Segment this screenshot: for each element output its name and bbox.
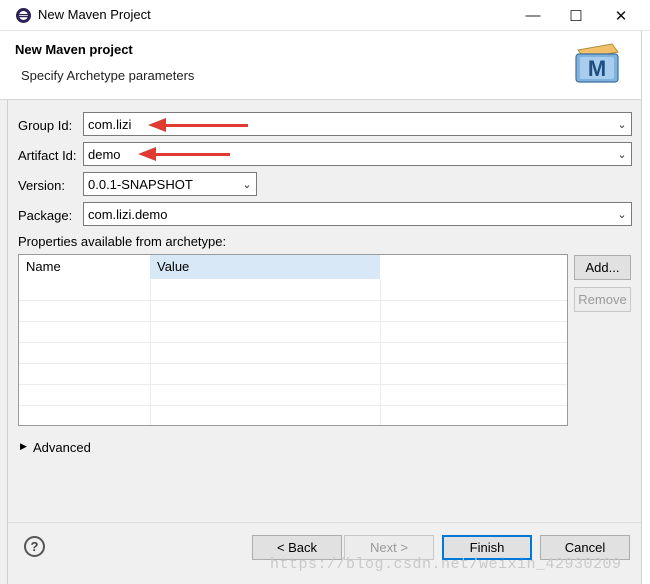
background-panel-strip	[0, 100, 8, 584]
annotation-arrow-line	[164, 124, 248, 127]
properties-table[interactable]: Name Value	[18, 254, 568, 426]
chevron-down-icon[interactable]: ⌄	[238, 178, 256, 191]
group-id-label: Group Id:	[18, 118, 73, 133]
package-combo[interactable]: com.lizi.demo ⌄	[83, 202, 632, 226]
svg-text:M: M	[588, 56, 606, 81]
chevron-down-icon[interactable]: ⌄	[613, 148, 631, 161]
window-title: New Maven Project	[38, 7, 151, 22]
table-row	[19, 300, 567, 301]
page-subtitle: Specify Archetype parameters	[21, 68, 195, 83]
add-property-button[interactable]: Add...	[574, 255, 631, 280]
expand-triangle-icon[interactable]: ▶	[20, 441, 27, 452]
page-title: New Maven project	[15, 42, 133, 57]
column-header-value[interactable]: Value	[150, 255, 380, 279]
eclipse-app-icon	[16, 8, 31, 23]
annotation-arrow-line	[154, 153, 230, 156]
package-value: com.lizi.demo	[88, 206, 168, 222]
watermark: https://blog.csdn.net/weixin_42930209	[270, 556, 622, 573]
background-editor-strip	[641, 31, 650, 584]
help-icon[interactable]: ?	[24, 536, 45, 557]
advanced-section-toggle[interactable]: Advanced	[33, 440, 91, 455]
properties-label: Properties available from archetype:	[18, 234, 227, 249]
table-row	[19, 321, 567, 322]
maven-logo-icon: M	[575, 43, 619, 83]
column-header-name[interactable]: Name	[19, 255, 150, 279]
chevron-down-icon[interactable]: ⌄	[613, 118, 631, 131]
table-row	[19, 363, 567, 364]
close-button[interactable]: ✕	[598, 0, 644, 31]
artifact-id-label: Artifact Id:	[18, 148, 77, 163]
package-label: Package:	[18, 208, 73, 223]
minimize-button[interactable]: —	[510, 0, 556, 31]
grid-line	[150, 279, 151, 425]
version-label: Version:	[18, 178, 65, 193]
table-row	[19, 342, 567, 343]
grid-line	[380, 279, 381, 425]
chevron-down-icon[interactable]: ⌄	[613, 208, 631, 221]
table-row	[19, 405, 567, 406]
version-value: 0.0.1-SNAPSHOT	[88, 176, 193, 192]
table-row	[19, 384, 567, 385]
version-combo[interactable]: 0.0.1-SNAPSHOT ⌄	[83, 172, 257, 196]
remove-property-button[interactable]: Remove	[574, 287, 631, 312]
divider	[8, 522, 641, 523]
maximize-button[interactable]: ☐	[553, 0, 599, 31]
